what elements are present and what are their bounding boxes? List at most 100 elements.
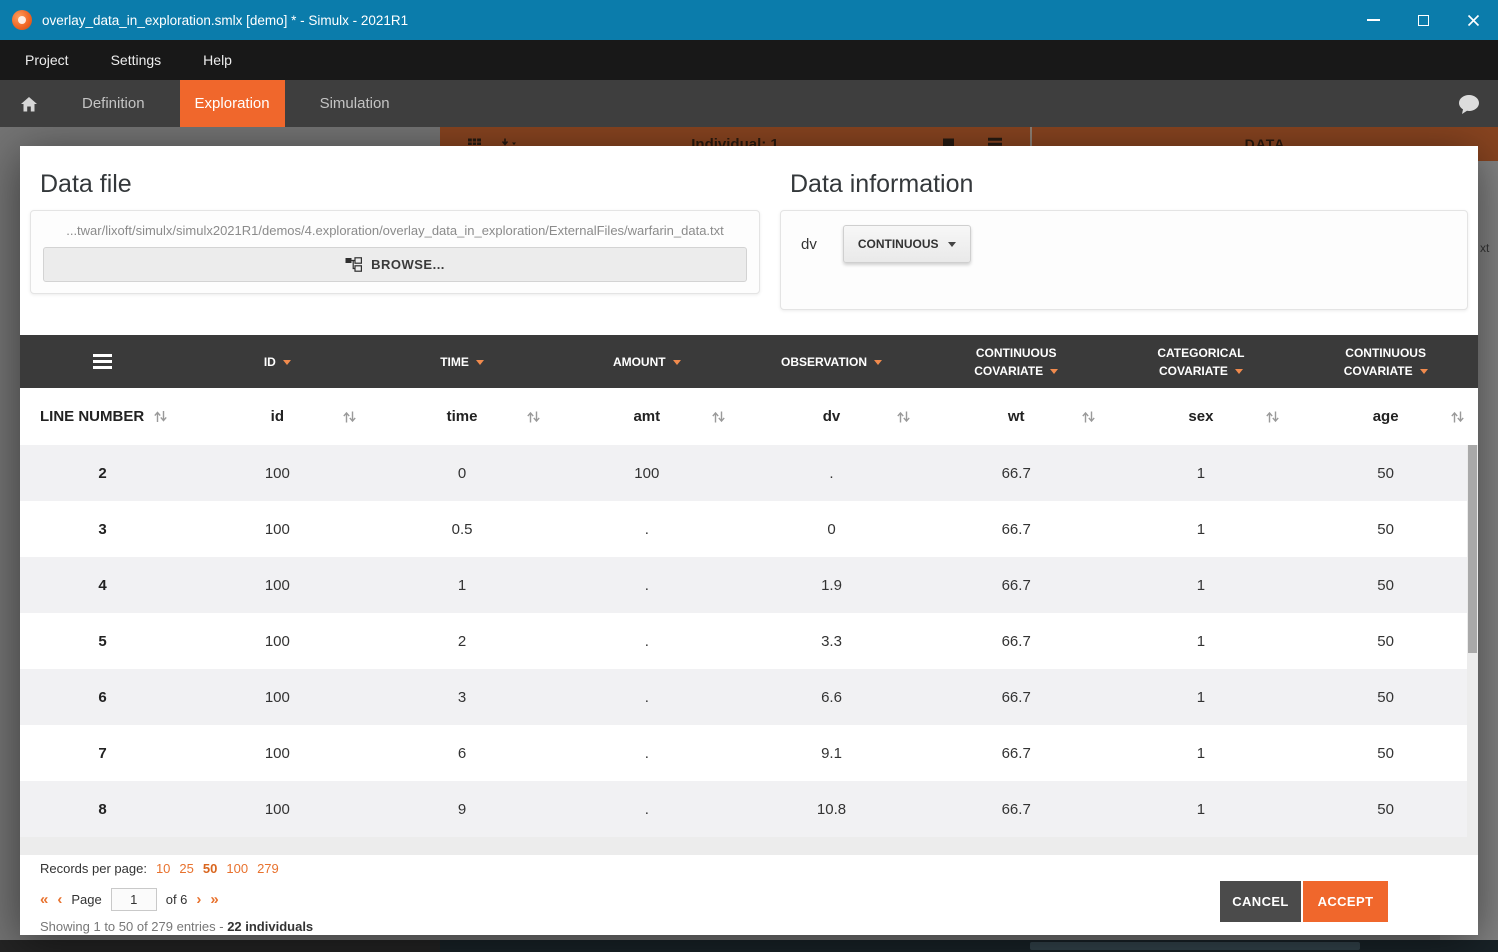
minimize-button[interactable] <box>1348 0 1398 40</box>
first-page-button[interactable]: « <box>40 891 48 908</box>
column-type-label: CATEGORICAL COVARIATE <box>1157 346 1244 378</box>
showing-entries-text: Showing 1 to 50 of 279 entries - 22 indi… <box>40 919 313 934</box>
column-type-label: OBSERVATION <box>781 355 867 369</box>
table-cell: 100 <box>185 633 370 650</box>
table-cell: 66.7 <box>924 465 1109 482</box>
sort-header-dv[interactable]: dv <box>739 388 924 445</box>
tab-definition[interactable]: Definition <box>67 80 160 127</box>
table-cell: . <box>554 521 739 538</box>
records-option-50[interactable]: 50 <box>203 861 217 876</box>
caret-down-icon <box>1235 369 1243 374</box>
records-option-25[interactable]: 25 <box>179 861 193 876</box>
column-label: time <box>447 408 478 425</box>
page-number-input[interactable] <box>111 888 157 911</box>
table-menu-button[interactable] <box>20 335 185 388</box>
pagination: « ‹ Page of 6 › » <box>40 888 219 911</box>
sort-header-time[interactable]: time <box>370 388 555 445</box>
dv-type-dropdown[interactable]: CONTINUOUS <box>843 225 971 263</box>
table-cell: 9.1 <box>739 745 924 762</box>
column-type-observation[interactable]: OBSERVATION <box>739 335 924 388</box>
scrollbar-thumb[interactable] <box>1468 445 1477 653</box>
menu-help[interactable]: Help <box>182 40 253 80</box>
menu-project[interactable]: Project <box>4 40 90 80</box>
line-number-cell: 6 <box>20 689 185 706</box>
sort-icon <box>342 410 357 423</box>
table-body: 21000100.66.715031000.5.066.715041001.1.… <box>20 445 1478 837</box>
sort-icon <box>526 410 541 423</box>
table-cell: 2 <box>370 633 555 650</box>
column-type-label: ID <box>264 355 276 369</box>
table-cell: 50 <box>1293 577 1478 594</box>
records-option-100[interactable]: 100 <box>226 861 248 876</box>
table-cell: 100 <box>554 465 739 482</box>
column-type-categorical-covariate[interactable]: CATEGORICAL COVARIATE <box>1109 335 1294 388</box>
column-label: age <box>1373 408 1399 425</box>
next-page-button[interactable]: › <box>196 891 201 908</box>
table-cell: 1 <box>1109 689 1294 706</box>
dv-type-value: CONTINUOUS <box>858 237 939 251</box>
table-cell: . <box>739 465 924 482</box>
last-page-button[interactable]: » <box>210 891 218 908</box>
table-cell: 100 <box>185 689 370 706</box>
line-number-cell: 8 <box>20 801 185 818</box>
cancel-button[interactable]: CANCEL <box>1220 881 1301 922</box>
tab-exploration[interactable]: Exploration <box>180 80 285 127</box>
browse-button[interactable]: BROWSE... <box>43 247 747 282</box>
sort-header-line-number[interactable]: LINE NUMBER <box>20 388 185 445</box>
feedback-button[interactable] <box>1440 80 1498 127</box>
table-cell: 50 <box>1293 633 1478 650</box>
chevron-down-icon <box>948 242 956 247</box>
table-cell: 0.5 <box>370 521 555 538</box>
column-type-time[interactable]: TIME <box>370 335 555 388</box>
column-type-id[interactable]: ID <box>185 335 370 388</box>
sort-header-id[interactable]: id <box>185 388 370 445</box>
dialog-buttons: CANCEL ACCEPT <box>1220 881 1388 922</box>
horizontal-scrollbar[interactable] <box>20 837 1478 855</box>
data-information-title: Data information <box>790 170 973 199</box>
table-cell: 1 <box>1109 465 1294 482</box>
maximize-button[interactable] <box>1398 0 1448 40</box>
table-row: 71006.9.166.7150 <box>20 725 1478 781</box>
column-label: LINE NUMBER <box>40 408 144 425</box>
minimize-icon <box>1367 19 1380 21</box>
data-information-card: dv CONTINUOUS <box>780 210 1468 310</box>
column-type-continuous-covariate[interactable]: CONTINUOUS COVARIATE <box>924 335 1109 388</box>
table-cell: 1 <box>1109 745 1294 762</box>
accept-button[interactable]: ACCEPT <box>1303 881 1388 922</box>
caret-down-icon <box>874 360 882 365</box>
caret-down-icon <box>673 360 681 365</box>
sort-icon <box>896 410 911 423</box>
previous-page-button[interactable]: ‹ <box>57 891 62 908</box>
table-cell: 1 <box>1109 633 1294 650</box>
tabbar-spacer <box>415 80 1440 127</box>
sort-header-wt[interactable]: wt <box>924 388 1109 445</box>
column-type-label: CONTINUOUS COVARIATE <box>974 346 1056 378</box>
line-number-cell: 5 <box>20 633 185 650</box>
data-file-dialog: Data file ...twar/lixoft/simulx/simulx20… <box>20 146 1478 935</box>
sort-header-sex[interactable]: sex <box>1109 388 1294 445</box>
close-button[interactable] <box>1448 0 1498 40</box>
column-type-continuous-covariate-2[interactable]: CONTINUOUS COVARIATE <box>1293 335 1478 388</box>
table-cell: . <box>554 801 739 818</box>
table-cell: 66.7 <box>924 577 1109 594</box>
table-row: 41001.1.966.7150 <box>20 557 1478 613</box>
table-cell: 1.9 <box>739 577 924 594</box>
home-button[interactable] <box>0 80 57 127</box>
column-type-label: TIME <box>440 355 469 369</box>
records-option-10[interactable]: 10 <box>156 861 170 876</box>
vertical-scrollbar[interactable] <box>1467 445 1478 855</box>
sort-header-amt[interactable]: amt <box>554 388 739 445</box>
sort-header-age[interactable]: age <box>1293 388 1478 445</box>
table-cell: 0 <box>739 521 924 538</box>
column-type-label: AMOUNT <box>613 355 666 369</box>
tab-simulation[interactable]: Simulation <box>305 80 405 127</box>
column-type-amount[interactable]: AMOUNT <box>554 335 739 388</box>
records-option-279[interactable]: 279 <box>257 861 279 876</box>
menu-settings[interactable]: Settings <box>90 40 183 80</box>
table-cell: 100 <box>185 521 370 538</box>
window-title: overlay_data_in_exploration.smlx [demo] … <box>42 13 408 28</box>
hamburger-icon <box>93 354 112 369</box>
column-label: dv <box>823 408 841 425</box>
table-cell: 66.7 <box>924 521 1109 538</box>
table-cell: 9 <box>370 801 555 818</box>
